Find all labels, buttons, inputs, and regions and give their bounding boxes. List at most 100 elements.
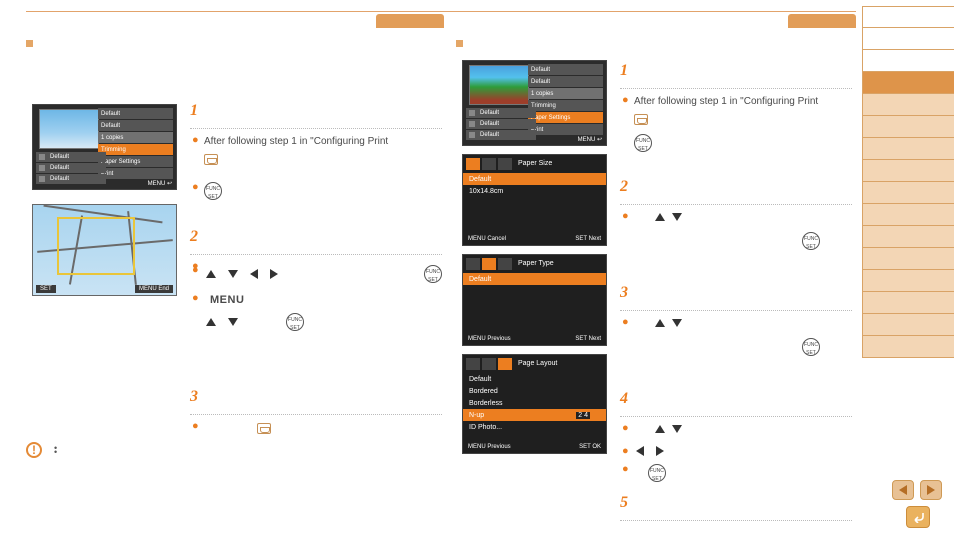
next-page-button[interactable] <box>920 480 942 500</box>
warning-icon: ! <box>26 442 42 458</box>
tab-type-icon <box>482 258 496 270</box>
up-arrow-icon <box>206 318 216 326</box>
step-text: After following step 1 in "Configuring P… <box>204 136 388 147</box>
camera-lcd-paper-size: Paper Size Default 10x14.8cm MENU Cancel… <box>462 154 607 246</box>
section-tab <box>788 14 856 28</box>
lcd-menu-item: Print <box>98 168 173 179</box>
sidebar-cell[interactable] <box>862 182 954 204</box>
step-instruction: ● After following step 1 in "Configuring… <box>190 135 442 150</box>
up-arrow-icon <box>206 270 216 278</box>
top-divider <box>26 2 856 12</box>
sidebar-cell[interactable] <box>862 226 954 248</box>
sidebar-cell[interactable] <box>862 292 954 314</box>
lcd-option-selected: Default <box>463 273 606 285</box>
func-set-button-icon: FUNCSET <box>802 338 820 356</box>
step-number: 5 <box>620 494 852 512</box>
sidebar-cell[interactable] <box>862 160 954 182</box>
tab-type-icon <box>482 158 496 170</box>
bullet-icon: ● <box>192 135 199 146</box>
tab-layout-icon <box>498 158 512 170</box>
prev-page-button[interactable] <box>892 480 914 500</box>
camera-lcd-page-layout: Page Layout Default Bordered Borderless … <box>462 354 607 454</box>
section-tab <box>376 14 444 28</box>
bullet-icon: ● <box>192 265 199 276</box>
book-ref-icon <box>634 114 648 125</box>
left-arrow-icon <box>636 446 644 456</box>
tab-size-icon <box>466 158 480 170</box>
lcd-option-selected: Default <box>463 173 606 185</box>
sidebar-cell[interactable] <box>862 94 954 116</box>
sidebar-cell[interactable] <box>862 270 954 292</box>
chevron-right-icon <box>927 485 935 495</box>
lcd-option: 10x14.8cm <box>463 185 606 197</box>
sidebar-cell[interactable] <box>862 248 954 270</box>
sidebar-cell[interactable] <box>862 138 954 160</box>
camera-lcd-print-menu: Default Default 1 copies Trimming Paper … <box>32 104 177 190</box>
nup-count: 2 4 <box>576 412 590 419</box>
lcd-thumb <box>39 109 99 149</box>
left-arrow-icon <box>250 269 258 279</box>
func-set-button-icon: FUNCSET <box>634 134 652 152</box>
right-arrow-icon <box>270 269 278 279</box>
menu-button-label: MENU <box>210 294 244 306</box>
lcd-title: Page Layout <box>514 358 557 370</box>
lcd-thumb <box>469 65 529 105</box>
down-arrow-icon <box>672 425 682 433</box>
sidebar-cell[interactable] <box>862 314 954 336</box>
step-number: 1 <box>620 62 852 80</box>
section-marker-icon <box>456 40 463 47</box>
lcd-title: Paper Type <box>514 258 554 270</box>
step-number: 4 <box>620 390 852 408</box>
lcd-menu-item: Trimming <box>528 100 603 111</box>
book-ref-icon <box>204 154 218 165</box>
func-set-button-icon: FUNCSET <box>286 313 304 331</box>
lcd-side-item: Default <box>466 108 536 118</box>
sidebar-cell[interactable] <box>862 50 954 72</box>
return-button[interactable] <box>906 506 930 528</box>
lcd-set-label: SET <box>36 285 56 293</box>
lcd-menu-return: MENU ↩ <box>148 180 172 187</box>
tab-size-icon <box>466 358 480 370</box>
section-marker-icon <box>26 40 33 47</box>
lcd-menu-item: Default <box>98 108 173 119</box>
sidebar-cell[interactable] <box>862 116 954 138</box>
sidebar-cell[interactable] <box>862 28 954 50</box>
bullet-icon: ● <box>192 293 199 304</box>
trim-rect <box>57 217 135 275</box>
up-arrow-icon <box>655 213 665 221</box>
down-arrow-icon <box>228 270 238 278</box>
lcd-menu-list: Default Default 1 copies Trimming Paper … <box>528 64 603 135</box>
lcd-prev: MENU Previous <box>468 336 511 342</box>
bullet-icon: ● <box>192 182 199 193</box>
up-arrow-icon <box>655 319 665 327</box>
camera-lcd-paper-type: Paper Type Default MENU Previous SET Nex… <box>462 254 607 346</box>
bullet-icon: ● <box>622 211 629 222</box>
sidebar-cell-active[interactable] <box>862 72 954 94</box>
sidebar-cell[interactable] <box>862 204 954 226</box>
tab-layout-icon <box>498 358 512 370</box>
bullet-icon: ● <box>192 421 199 432</box>
lcd-side-item: Default <box>36 152 106 162</box>
bullet-icon: ● <box>622 95 629 106</box>
warning-block: ! <box>26 442 446 458</box>
lcd-side-item: Default <box>36 163 106 173</box>
step-number: 3 <box>620 284 852 302</box>
up-arrow-icon <box>655 425 665 433</box>
step-number: 2 <box>190 228 442 246</box>
section-sidebar <box>862 6 954 358</box>
bullet-icon: ● <box>622 446 629 457</box>
tab-type-icon <box>482 358 496 370</box>
lcd-menu-item-selected: Paper Settings <box>528 112 603 123</box>
lcd-menu-end-label: MENU End <box>135 285 173 293</box>
sidebar-cell[interactable] <box>862 336 954 358</box>
func-set-button-icon: FUNCSET <box>204 182 222 200</box>
lcd-option-selected: N-up 2 4 <box>463 409 606 421</box>
sidebar-cell[interactable] <box>862 6 954 28</box>
down-arrow-icon <box>228 318 238 326</box>
bullet-icon: ● <box>622 423 629 434</box>
page-nav <box>892 480 942 500</box>
func-set-button-icon: FUNCSET <box>802 232 820 250</box>
lcd-next: SET Next <box>575 336 601 342</box>
lcd-menu-item: 1 copies <box>98 132 173 143</box>
lcd-prev: MENU Previous <box>468 444 511 450</box>
